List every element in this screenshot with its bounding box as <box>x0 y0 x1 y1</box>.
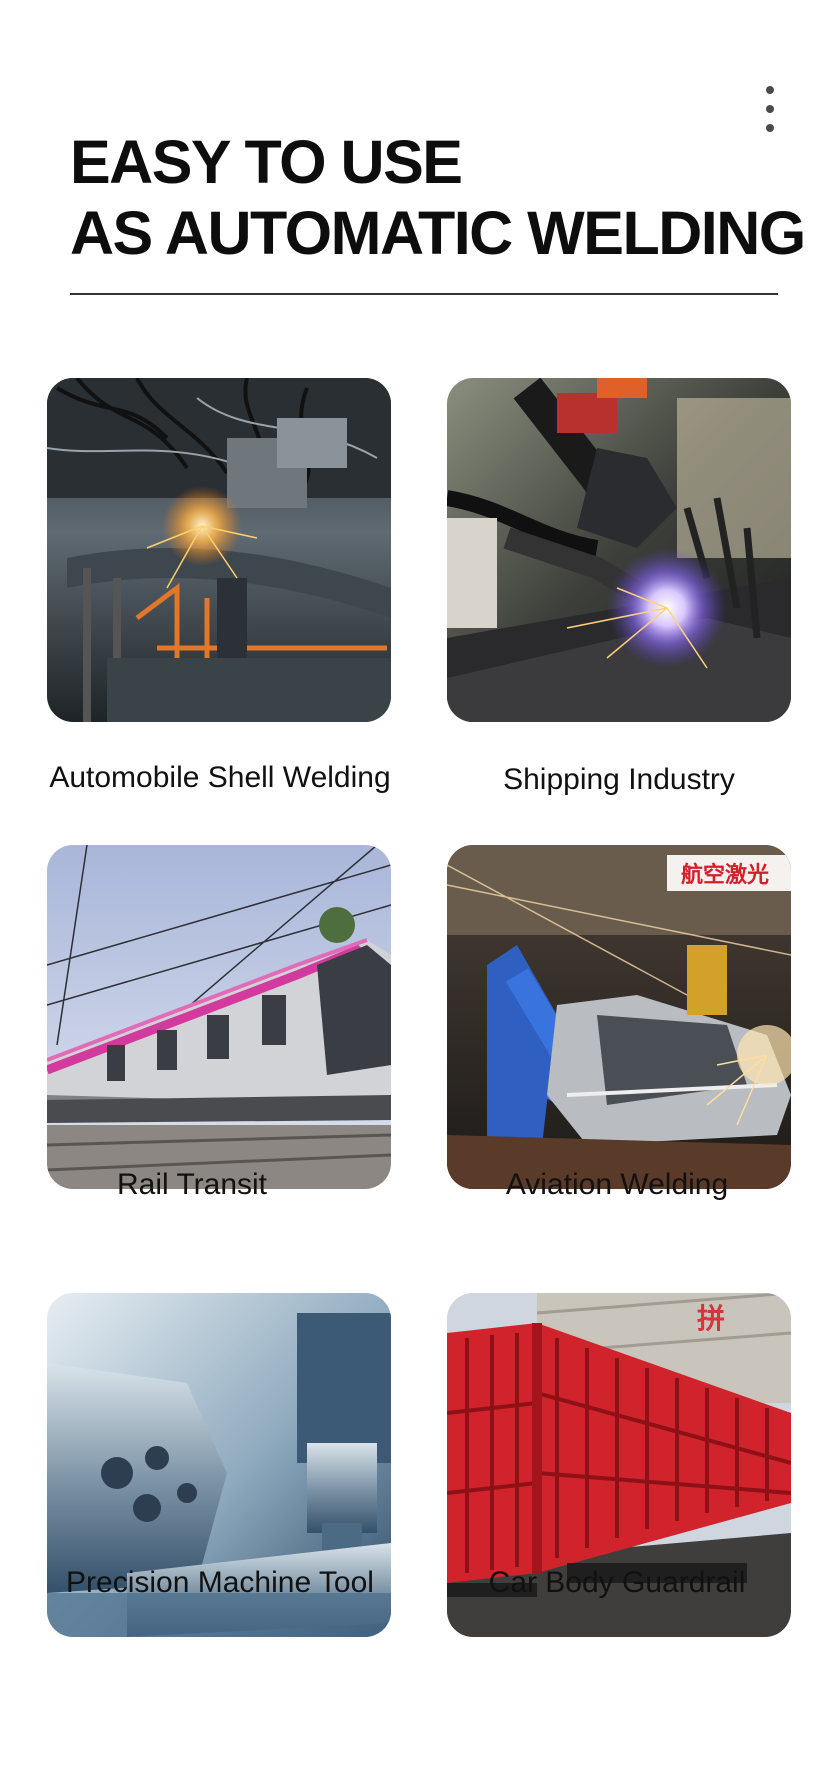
title-divider <box>70 293 778 295</box>
application-card-aviation[interactable]: 航空激光 <box>447 845 791 1189</box>
application-label: Precision Machine Tool <box>66 1566 374 1599</box>
robot-welding-image <box>447 378 791 722</box>
application-label: Car Body Guardrail <box>488 1566 746 1599</box>
automobile-welding-image <box>47 378 391 722</box>
application-card-rail[interactable] <box>47 845 391 1189</box>
application-label: Automobile Shell Welding <box>49 761 391 794</box>
car-frame-welding-image: 航空激光 <box>447 845 791 1189</box>
menu-dot <box>766 86 774 94</box>
menu-dot <box>766 105 774 113</box>
application-label: Aviation Welding <box>505 1168 729 1201</box>
title-line-2: AS AUTOMATIC WELDING <box>70 199 806 267</box>
application-label: Rail Transit <box>116 1168 268 1201</box>
application-card-shipping[interactable] <box>447 378 791 722</box>
page-title: EASY TO USE AS AUTOMATIC WELDING <box>70 127 806 269</box>
application-card-automobile[interactable] <box>47 378 391 722</box>
title-line-1: EASY TO USE <box>70 128 463 196</box>
metro-train-image <box>47 845 391 1189</box>
factory-sign-text: 航空激光 <box>681 862 769 888</box>
building-sign-text: 拼 <box>697 1302 725 1335</box>
application-label: Shipping Industry <box>503 763 735 796</box>
more-options-icon[interactable] <box>760 86 780 132</box>
